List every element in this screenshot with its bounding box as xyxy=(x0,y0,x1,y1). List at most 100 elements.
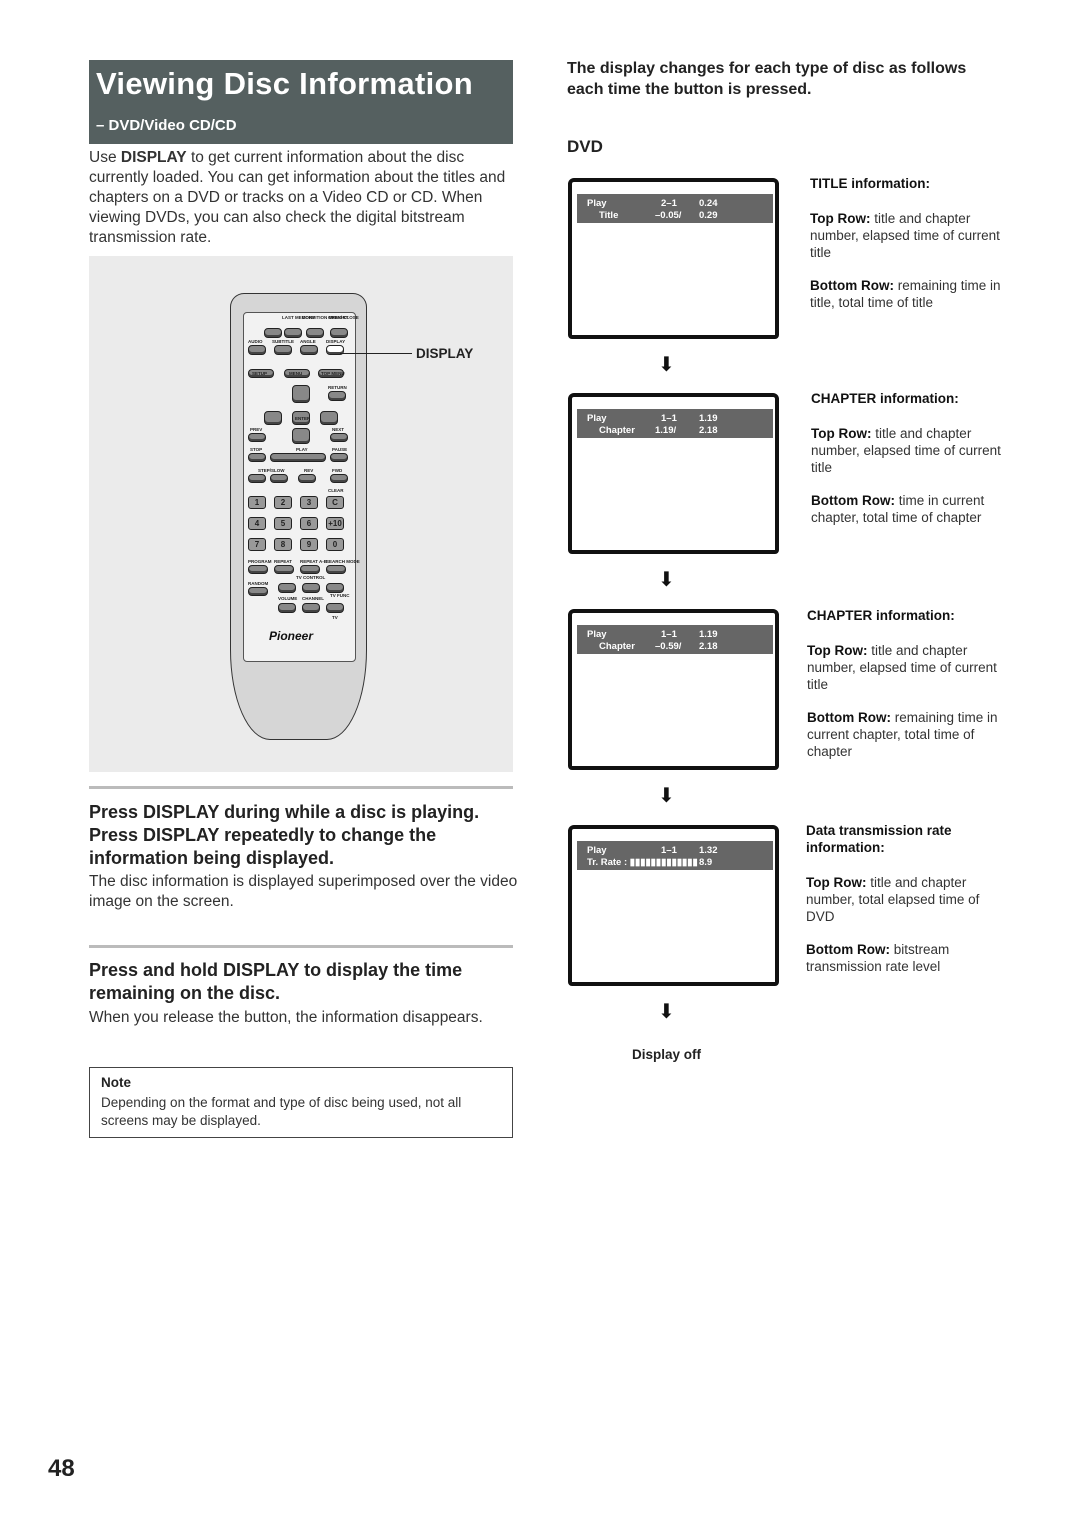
section-header: Viewing Disc Information – DVD/Video CD/… xyxy=(89,60,513,144)
remote-button xyxy=(248,474,266,483)
step-1-title: Press DISPLAY during while a disc is pla… xyxy=(89,802,480,868)
number-key: 9 xyxy=(300,538,318,551)
page-number: 48 xyxy=(48,1455,75,1482)
remote-button xyxy=(326,583,344,593)
remote-button xyxy=(328,391,346,401)
number-key: 4 xyxy=(248,517,266,530)
remote-button xyxy=(264,328,282,338)
note-box: Note Depending on the format and type of… xyxy=(89,1067,513,1138)
step-2-text: When you release the button, the informa… xyxy=(89,1009,483,1026)
remote-button xyxy=(264,411,282,425)
number-key: 2 xyxy=(274,496,292,509)
remote-label: OPEN/ CLOSE xyxy=(328,315,359,320)
remote-button xyxy=(302,583,320,593)
tv-screen: Play 1–1 1.32 Tr. Rate : ▮▮▮▮▮▮▮▮▮▮▮▮▮ 8.9 xyxy=(568,825,779,986)
remote-label: PROGRAM xyxy=(248,559,272,564)
remote-button xyxy=(292,385,310,403)
remote-button xyxy=(302,603,320,613)
remote-label: TV CONTROL xyxy=(296,575,326,580)
osd-bar: Play 1–1 1.19 Chapter 1.19/2.18 xyxy=(577,409,773,438)
remote-label: RETURN xyxy=(328,385,347,390)
divider xyxy=(89,786,513,789)
remote-button xyxy=(248,345,266,355)
remote-label: CHANNEL xyxy=(302,596,324,601)
down-arrow-icon: ⬇ xyxy=(658,1001,675,1023)
remote-button xyxy=(326,603,344,613)
display-callout-label: DISPLAY xyxy=(416,346,474,361)
dvd-section-title: DVD xyxy=(567,137,603,156)
number-key: +10 xyxy=(326,517,344,530)
remote-label: DISPLAY xyxy=(326,339,346,344)
remote-label: STOP xyxy=(250,447,263,452)
remote-label: TV xyxy=(332,615,338,620)
remote-button xyxy=(274,565,294,574)
screen-info: TITLE information: Top Row: title and ch… xyxy=(810,176,1001,310)
remote-label: REPEAT A-B xyxy=(300,559,327,564)
note-title: Note xyxy=(101,1075,131,1090)
display-off-label: Display off xyxy=(632,1047,702,1062)
screen-info: Data transmission rate information: Top … xyxy=(806,823,980,974)
remote-button xyxy=(248,587,268,596)
remote-button xyxy=(298,474,316,483)
callout-line xyxy=(340,353,412,354)
brand-logo: Pioneer xyxy=(269,629,314,643)
remote-label: STEP/SLOW xyxy=(258,468,285,473)
tv-screen: Play 1–1 1.19 Chapter 1.19/2.18 xyxy=(568,393,779,554)
remote-button xyxy=(278,603,296,613)
number-key: 3 xyxy=(300,496,318,509)
remote-button xyxy=(330,474,348,483)
intro-text: Use DISPLAY to get current information a… xyxy=(89,149,506,246)
remote-button xyxy=(326,565,346,574)
remote-button xyxy=(300,565,320,574)
remote-button xyxy=(278,583,296,593)
osd-bar: Play 1–1 1.32 Tr. Rate : ▮▮▮▮▮▮▮▮▮▮▮▮▮ 8.9 xyxy=(577,841,773,870)
number-key: 6 xyxy=(300,517,318,530)
page-subtitle: – DVD/Video CD/CD xyxy=(96,117,237,134)
tv-screen: Play 2–1 0.24 Title –0.05/0.29 xyxy=(568,178,779,339)
remote-label: RANDOM xyxy=(248,581,269,586)
remote-button xyxy=(284,328,302,338)
number-key: 1 xyxy=(248,496,266,509)
remote-label: PAUSE xyxy=(332,447,348,452)
remote-button xyxy=(248,453,266,462)
remote-label: CLEAR xyxy=(328,488,344,493)
number-key: 8 xyxy=(274,538,292,551)
step-2-title: Press and hold DISPLAY to display the ti… xyxy=(89,960,463,1003)
remote-label: REPEAT xyxy=(274,559,292,564)
screen-info: CHAPTER information: Top Row: title and … xyxy=(811,391,1001,525)
tv-screen: Play 1–1 1.19 Chapter –0.59/2.18 xyxy=(568,609,779,770)
osd-bar: Play 1–1 1.19 Chapter –0.59/2.18 xyxy=(577,625,773,654)
remote-label: VOLUME xyxy=(278,596,298,601)
remote-button xyxy=(270,453,326,462)
remote-control-illustration: LAST MEMORY CONDITION MEMORY OPEN/ CLOSE AU… xyxy=(230,293,367,740)
remote-button xyxy=(248,565,268,574)
remote-label: SETUP xyxy=(252,371,268,376)
number-key: 7 xyxy=(248,538,266,551)
remote-label: TV FUNC xyxy=(330,593,350,598)
remote-button xyxy=(330,453,348,462)
remote-button xyxy=(300,345,318,355)
step-1-text: The disc information is displayed superi… xyxy=(89,873,518,910)
number-key: 0 xyxy=(326,538,344,551)
remote-label: PREV xyxy=(250,427,263,432)
remote-button xyxy=(274,345,292,355)
remote-label: ENTER xyxy=(295,416,311,421)
remote-label: FWD xyxy=(332,468,343,473)
remote-button-panel: LAST MEMORY CONDITION MEMORY OPEN/ CLOSE AU… xyxy=(243,312,360,662)
remote-button xyxy=(306,328,324,338)
osd-bar: Play 2–1 0.24 Title –0.05/0.29 xyxy=(577,194,773,223)
remote-button xyxy=(270,474,288,483)
remote-label: NEXT xyxy=(332,427,345,432)
down-arrow-icon: ⬇ xyxy=(658,785,675,807)
remote-label: SEARCH MODE xyxy=(326,559,360,564)
remote-button xyxy=(320,411,338,425)
remote-label: ANGLE xyxy=(300,339,316,344)
remote-label: SUBTITLE xyxy=(272,339,294,344)
remote-button xyxy=(248,433,266,442)
note-text: Depending on the format and type of disc… xyxy=(101,1095,462,1128)
down-arrow-icon: ⬇ xyxy=(658,569,675,591)
number-key: C xyxy=(326,496,344,509)
remote-label: PLAY xyxy=(296,447,308,452)
remote-label: TOP MENU xyxy=(321,371,345,376)
remote-label: MENU xyxy=(289,371,303,376)
